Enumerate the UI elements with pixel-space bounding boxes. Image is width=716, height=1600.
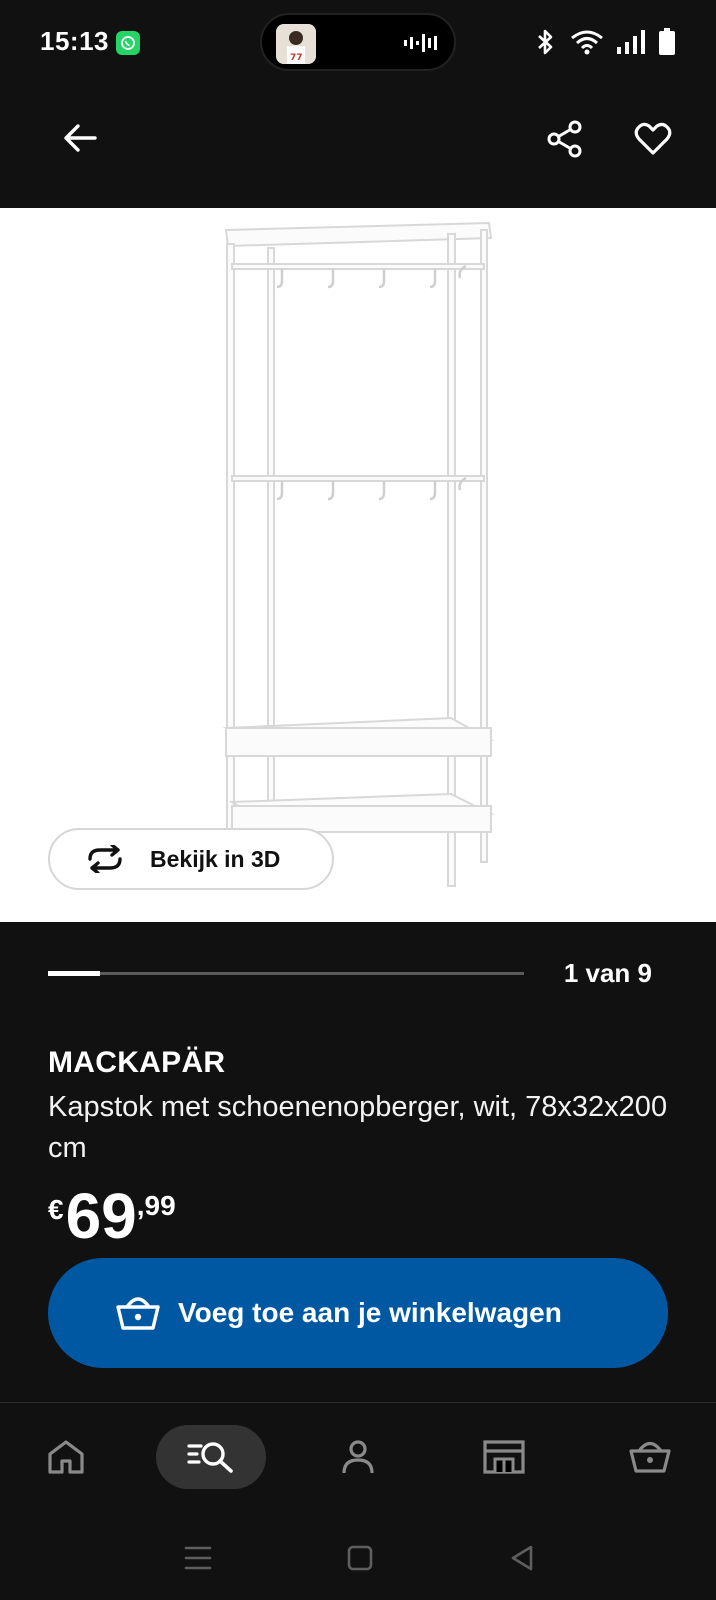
arrow-left-icon: [64, 124, 97, 152]
add-to-cart-label: Voeg toe aan je winkelwagen: [178, 1297, 562, 1328]
basket-icon: [629, 1441, 671, 1473]
store-icon: [483, 1440, 525, 1474]
home-square-icon: [347, 1545, 373, 1571]
rotate-3d-icon: [84, 845, 126, 873]
product-description: Kapstok met schoenenopberger, wit, 78x32…: [48, 1091, 668, 1164]
recent-apps-icon: [184, 1546, 212, 1570]
home-system-button[interactable]: [340, 1540, 380, 1576]
bluetooth-icon: [538, 29, 553, 55]
recent-apps-button[interactable]: [178, 1540, 218, 1576]
app-header: [0, 84, 716, 208]
nav-store[interactable]: [474, 1425, 534, 1489]
share-icon: [547, 120, 582, 158]
back-button[interactable]: [56, 114, 104, 162]
dynamic-island[interactable]: 77: [260, 13, 456, 71]
image-pager-track: [48, 971, 524, 976]
product-name: MACKAPÄR: [48, 1046, 226, 1079]
heart-icon: [634, 122, 672, 155]
whatsapp-notification-icon: [116, 31, 140, 55]
product-price: € 69 ,99: [48, 1184, 176, 1248]
basket-icon: [116, 1293, 160, 1333]
nav-home[interactable]: [36, 1425, 96, 1489]
bottom-navigation: [0, 1403, 716, 1513]
image-pager-progress: [48, 971, 101, 976]
share-button[interactable]: [540, 114, 590, 164]
price-integer: 69: [65, 1180, 137, 1252]
system-navigation-bar: [0, 1514, 716, 1600]
nav-basket[interactable]: [620, 1425, 680, 1489]
product-image: [222, 221, 495, 887]
view-3d-label: Bekijk in 3D: [150, 845, 281, 872]
image-pager-count: 1 van 9: [563, 958, 652, 988]
price-currency: €: [48, 1194, 64, 1225]
back-triangle-icon: [511, 1545, 533, 1571]
signal-icon: [617, 30, 645, 54]
status-time: 15:13: [40, 26, 109, 56]
add-to-cart-button[interactable]: Voeg toe aan je winkelwagen: [48, 1258, 668, 1368]
status-bar: 15:13 77: [0, 0, 716, 84]
nav-profile[interactable]: [328, 1425, 388, 1489]
favorite-button[interactable]: [628, 114, 678, 164]
home-icon: [48, 1440, 84, 1474]
profile-icon: [342, 1440, 374, 1474]
media-thumbnail-icon: 77: [276, 24, 316, 64]
battery-icon: [659, 28, 675, 55]
search-icon: [187, 1442, 233, 1473]
price-decimal: ,99: [136, 1190, 176, 1221]
audio-wave-icon: [404, 33, 438, 58]
wifi-icon: [571, 30, 603, 55]
svg-text:77: 77: [290, 53, 303, 63]
nav-search[interactable]: [156, 1425, 266, 1489]
product-image-carousel[interactable]: Bekijk in 3D: [0, 208, 716, 922]
view-3d-button[interactable]: Bekijk in 3D: [48, 828, 334, 890]
system-back-button[interactable]: [502, 1540, 542, 1576]
status-icons: [534, 28, 676, 56]
